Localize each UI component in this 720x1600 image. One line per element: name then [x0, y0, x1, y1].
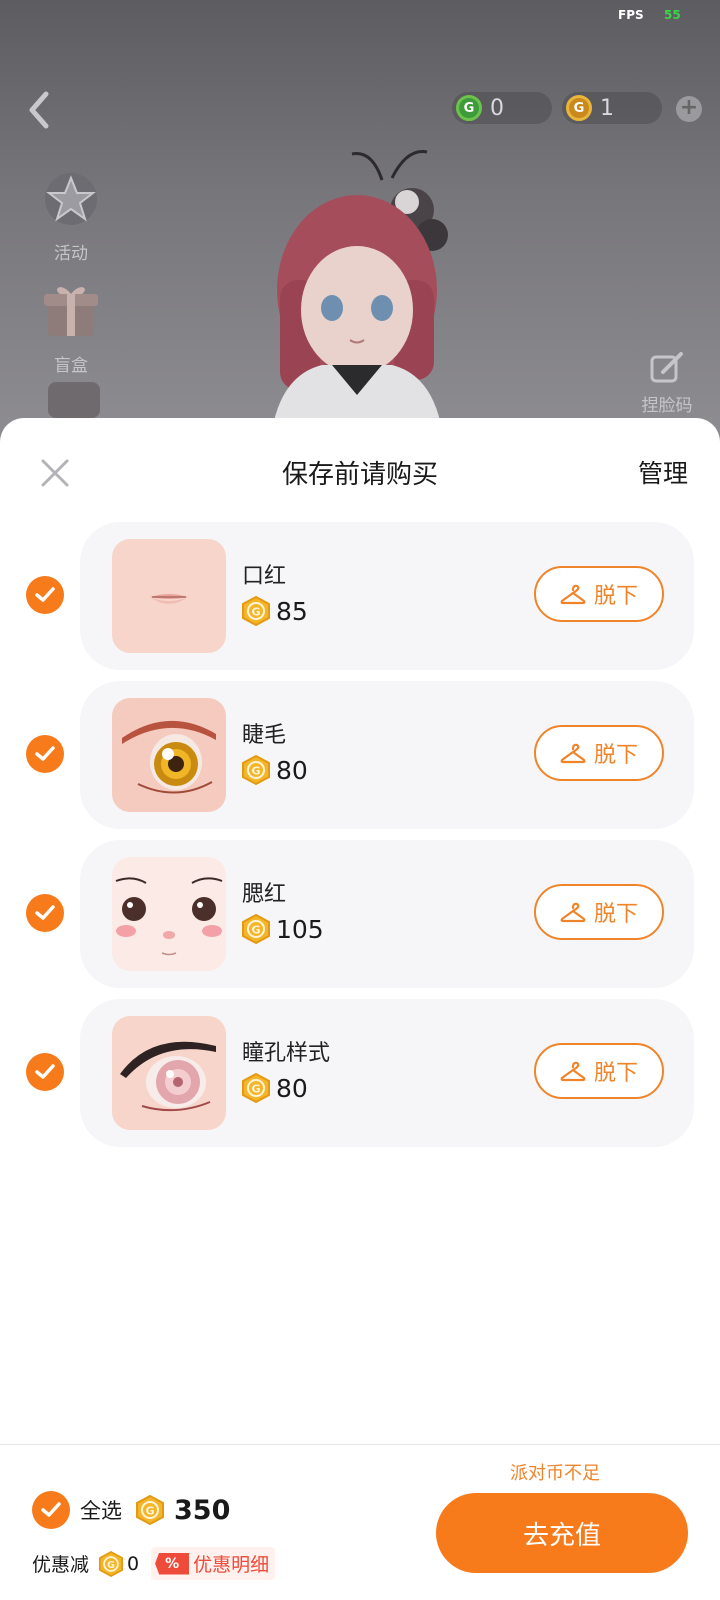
gold-coin-balance: G 1 [562, 92, 662, 124]
fps-value: 55 [664, 8, 681, 22]
svg-text:G: G [251, 924, 260, 937]
hanger-icon [560, 743, 586, 764]
item-price: G 105 [242, 914, 324, 944]
discount-value: 0 [127, 1552, 140, 1575]
avatar-scene: FPS 55 G 0 G 1 + 活动 盲盒 捏脸码 [0, 0, 720, 430]
party-coin-icon: G [99, 1550, 124, 1577]
select-all-checkbox[interactable] [32, 1491, 70, 1529]
plus-icon[interactable]: + [676, 96, 702, 122]
svg-text:G: G [251, 606, 260, 619]
item-checkbox[interactable] [26, 735, 64, 773]
pupil-style-thumbnail [112, 1016, 226, 1130]
lipstick-thumbnail [112, 539, 226, 653]
item-row-eyelashes: 睫毛 G 80 脱下 [0, 681, 720, 829]
svg-text:G: G [107, 1559, 115, 1570]
discount-detail-label: 优惠明细 [193, 1554, 270, 1576]
take-off-label: 脱下 [593, 743, 638, 768]
check-icon [35, 746, 55, 761]
discount-label: 优惠减 [32, 1554, 90, 1576]
star-icon [45, 173, 97, 225]
item-name: 口红 [242, 564, 287, 589]
check-icon [41, 1502, 61, 1517]
item-price: G 80 [242, 755, 308, 785]
item-card: 口红 G 85 脱下 [80, 522, 694, 670]
discount-row: 优惠减 G 0 % 优惠明细 [32, 1547, 276, 1580]
item-checkbox[interactable] [26, 894, 64, 932]
gift-box-icon [44, 287, 98, 336]
take-off-button[interactable]: 脱下 [534, 884, 664, 940]
item-card: 瞳孔样式 G 80 脱下 [80, 999, 694, 1147]
item-price: G 85 [242, 596, 308, 626]
item-row-lipstick: 口红 G 85 脱下 [0, 522, 720, 670]
party-coin-icon: G [242, 755, 270, 785]
manage-button[interactable]: 管理 [638, 454, 688, 490]
blush-thumbnail [112, 857, 226, 971]
svg-text:G: G [251, 1083, 260, 1096]
check-icon [35, 587, 55, 602]
item-name: 睫毛 [242, 723, 287, 748]
hanger-icon [560, 584, 586, 605]
item-name: 腮红 [242, 882, 287, 907]
chevron-left-icon [29, 91, 49, 129]
side-entry-activity[interactable]: 活动 [38, 168, 104, 264]
back-button[interactable] [22, 88, 58, 132]
party-coin-icon: G [456, 95, 482, 121]
insufficient-notice: 派对币不足 [510, 1463, 600, 1484]
eyelashes-thumbnail [112, 698, 226, 812]
face-code-button[interactable]: 捏脸码 [630, 352, 704, 416]
side-entry-blind-box-label: 盲盒 [54, 356, 88, 376]
take-off-button[interactable]: 脱下 [534, 725, 664, 781]
hanger-icon [560, 902, 586, 923]
edit-icon [650, 352, 683, 383]
item-card: 睫毛 G 80 脱下 [80, 681, 694, 829]
party-coin-icon: G [242, 596, 270, 626]
take-off-button[interactable]: 脱下 [534, 1043, 664, 1099]
take-off-label: 脱下 [593, 584, 638, 609]
check-icon [35, 1064, 55, 1079]
price-value: 85 [276, 596, 308, 626]
face-code-label: 捏脸码 [641, 396, 693, 416]
item-checkbox[interactable] [26, 576, 64, 614]
price-value: 105 [276, 914, 324, 944]
side-entry-activity-label: 活动 [54, 244, 88, 264]
check-icon [35, 905, 55, 920]
gold-coin-value: 1 [600, 95, 614, 121]
hanger-icon [560, 1061, 586, 1082]
price-value: 80 [276, 1073, 308, 1103]
sheet-title: 保存前请购买 [281, 460, 438, 490]
svg-text:G: G [251, 765, 260, 778]
take-off-button[interactable]: 脱下 [534, 566, 664, 622]
party-coin-icon: G [242, 1073, 270, 1103]
discount-badge: % [155, 1552, 190, 1575]
purchase-sheet: 保存前请购买 管理 口红 G 85 脱下 睫毛 G 80 脱下 腮红 G 105… [0, 418, 720, 1600]
take-off-label: 脱下 [593, 902, 638, 927]
item-name: 瞳孔样式 [242, 1041, 331, 1066]
svg-text:G: G [145, 1505, 154, 1518]
party-coin-icon: G [136, 1495, 164, 1525]
wallet: G 0 G 1 [452, 92, 672, 124]
total-price: 350 [174, 1494, 231, 1526]
select-all-label: 全选 [80, 1499, 122, 1523]
gold-coin-icon: G [566, 95, 592, 121]
checkout-footer: 派对币不足 全选 G 350 优惠减 G 0 % 优惠明细 去充值 [0, 1444, 720, 1600]
item-card: 腮红 G 105 脱下 [80, 840, 694, 988]
item-checkbox[interactable] [26, 1053, 64, 1091]
take-off-label: 脱下 [593, 1061, 638, 1086]
discount-detail-link[interactable]: % 优惠明细 [151, 1547, 276, 1580]
fps-label: FPS [618, 8, 644, 22]
party-coin-balance: G 0 [452, 92, 552, 124]
item-row-blush: 腮红 G 105 脱下 [0, 840, 720, 988]
side-entry-blind-box[interactable]: 盲盒 [38, 280, 104, 376]
recharge-button[interactable]: 去充值 [436, 1493, 688, 1573]
price-value: 80 [276, 755, 308, 785]
item-row-pupil-style: 瞳孔样式 G 80 脱下 [0, 999, 720, 1147]
item-price: G 80 [242, 1073, 308, 1103]
side-entry-partial [48, 382, 100, 418]
party-coin-value: 0 [490, 95, 504, 121]
avatar-figure [272, 150, 448, 430]
party-coin-icon: G [242, 914, 270, 944]
select-all-row: 全选 G 350 [32, 1491, 230, 1529]
